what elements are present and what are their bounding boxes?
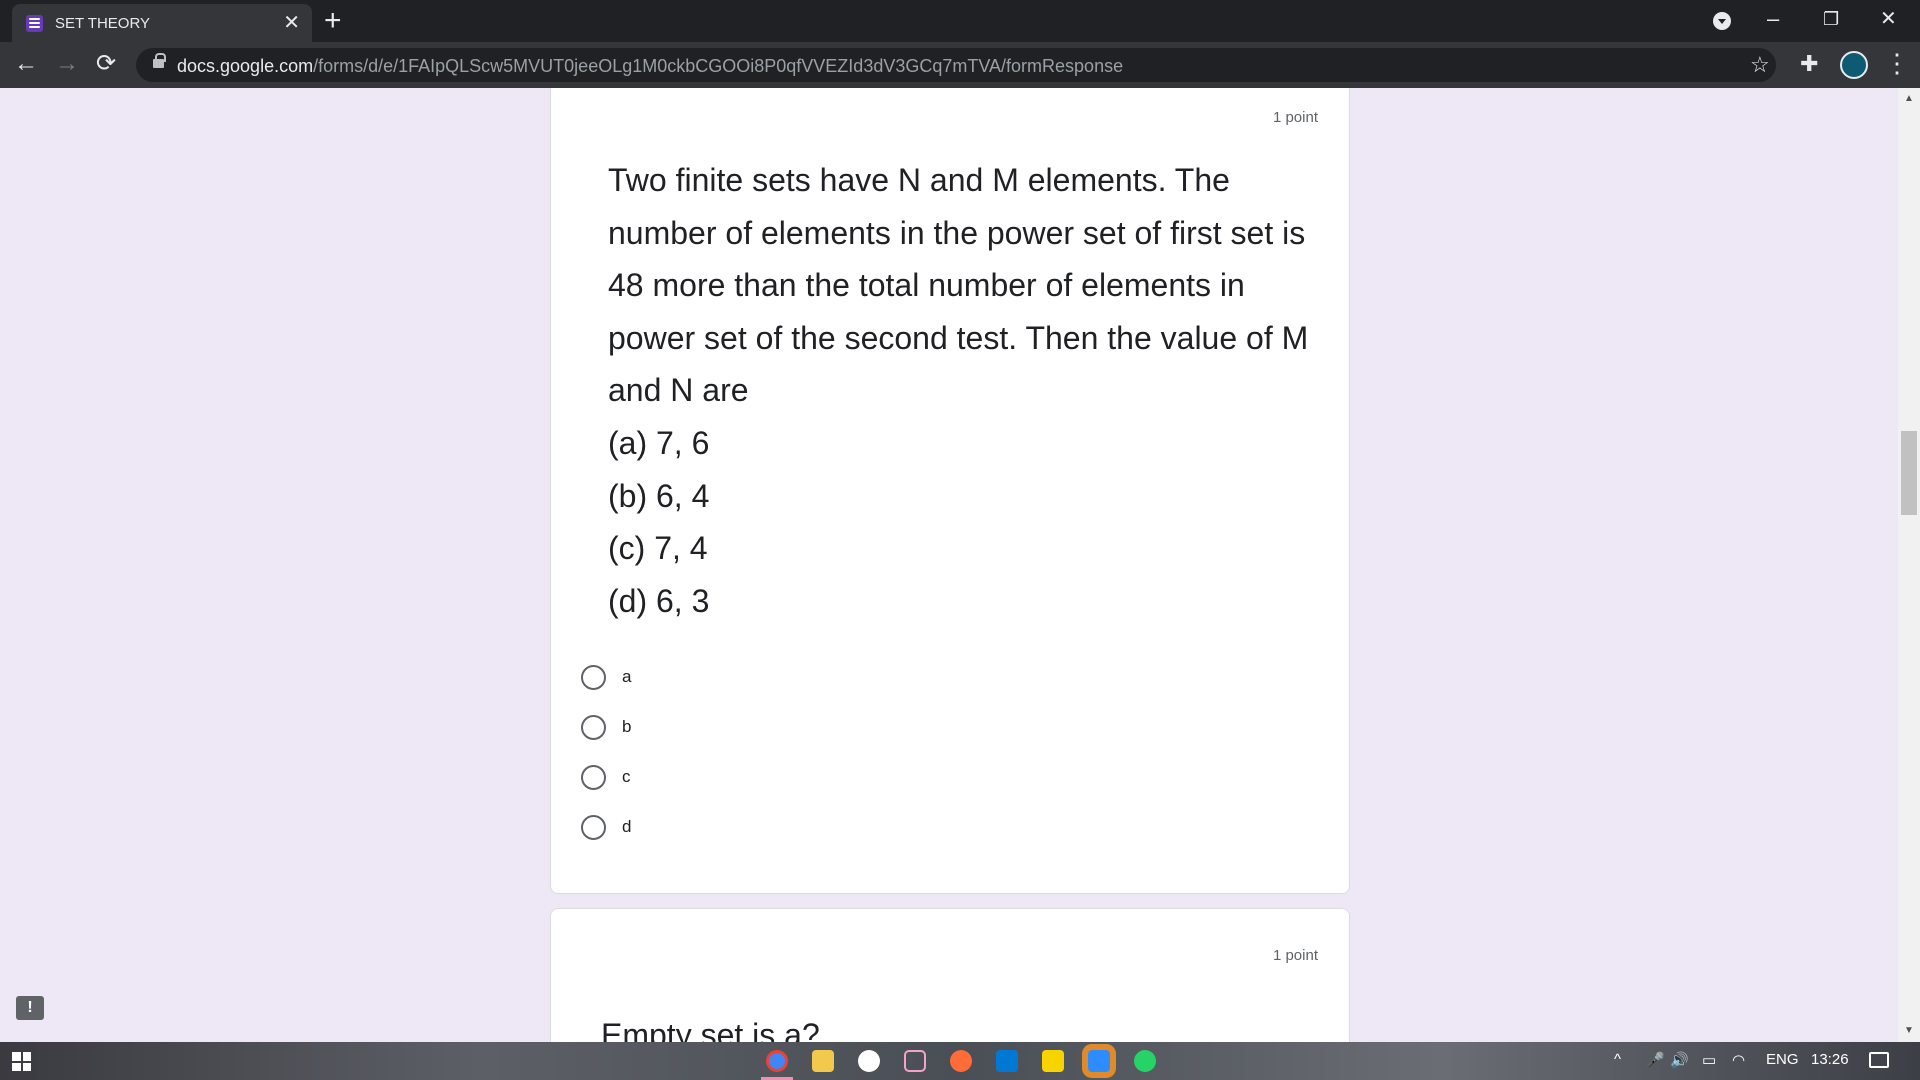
sticky-notes-icon[interactable] [1042,1050,1064,1072]
scrollbar-thumb[interactable] [1901,431,1917,515]
chrome-icon[interactable] [766,1050,788,1072]
question-card-2: 1 point Empty set is a? [550,908,1350,1042]
address-bar[interactable]: docs.google.com/forms/d/e/1FAIpQLScw5MVU… [136,48,1776,82]
windows-start-icon[interactable] [12,1052,31,1071]
choice-d[interactable]: d [581,802,631,852]
choice-a[interactable]: a [581,652,631,702]
app-icon[interactable] [858,1050,880,1072]
tab-set-theory[interactable]: SET THEORY ✕ [12,4,312,42]
minimize-button[interactable]: – [1767,6,1779,32]
option-line-a: (a) 7, 6 [608,425,710,461]
choice-label-a[interactable]: a [622,667,631,687]
radio-button-c[interactable] [581,764,606,790]
radio-button-d[interactable] [581,814,606,840]
vscode-icon[interactable] [996,1050,1018,1072]
points-label-2: 1 point [1272,947,1318,964]
profile-avatar[interactable] [1840,51,1868,79]
windows-taskbar: ^ 🎤 🔊 ▭ ◠ ENG 13:26 [0,1042,1920,1080]
clock[interactable]: 13:26 [1811,1051,1849,1068]
question-card: 1 point Two finite sets have N and M ele… [550,88,1350,894]
choice-b[interactable]: b [581,702,631,752]
choice-label-d[interactable]: d [622,817,631,837]
browser-menu-icon[interactable]: ⋮ [1884,49,1910,77]
question-text: Two finite sets have N and M elements. T… [608,162,1309,408]
browser-toolbar: ← → ⟳ docs.google.com/forms/d/e/1FAIpQLS… [0,42,1920,88]
file-explorer-icon[interactable] [812,1050,834,1072]
reload-button[interactable]: ⟳ [96,50,116,78]
scroll-down-arrow-icon[interactable]: ▼ [1904,1026,1914,1036]
forward-button[interactable]: → [55,50,79,78]
choice-label-c[interactable]: c [622,767,631,787]
new-tab-button[interactable]: + [324,6,342,36]
report-feedback-icon[interactable]: ! [16,996,44,1020]
google-forms-icon [26,14,43,32]
question-text-2: Empty set is a? [601,1017,820,1042]
url-text[interactable]: docs.google.com/forms/d/e/1FAIpQLScw5MVU… [177,56,1123,77]
radio-button-b[interactable] [581,714,606,740]
scroll-up-arrow-icon[interactable]: ▲ [1904,94,1914,104]
language-indicator[interactable]: ENG [1766,1051,1799,1068]
browser-tab-strip: SET THEORY ✕ + – ❐ ✕ [0,0,1920,42]
choice-c[interactable]: c [581,752,631,802]
form-page: 1 point Two finite sets have N and M ele… [0,88,1920,1042]
points-label: 1 point [1272,109,1318,126]
back-button[interactable]: ← [14,50,38,78]
microphone-icon[interactable]: 🎤 [1646,1051,1665,1069]
option-line-b: (b) 6, 4 [608,477,710,514]
option-line-c: (c) 7, 4 [608,530,708,566]
notifications-icon[interactable] [1869,1052,1889,1068]
radio-group: a b c d [581,652,631,852]
tray-chevron-icon[interactable]: ^ [1614,1051,1621,1068]
radio-button-a[interactable] [581,664,606,690]
bookmark-star-icon[interactable]: ☆ [1750,52,1770,78]
tab-title: SET THEORY [55,14,151,32]
volume-icon[interactable]: 🔊 [1670,1051,1689,1069]
zoom-icon[interactable] [1088,1050,1110,1072]
close-window-button[interactable]: ✕ [1880,6,1897,32]
wifi-icon[interactable]: ◠ [1732,1051,1745,1069]
battery-icon[interactable]: ▭ [1702,1051,1716,1069]
lock-icon[interactable] [153,53,166,68]
extensions-puzzle-icon[interactable]: ✚ [1800,51,1818,77]
tab-close-icon[interactable]: ✕ [283,13,300,33]
whatsapp-icon[interactable] [1134,1050,1156,1072]
terminal-icon[interactable] [904,1050,926,1072]
option-line-d: (d) 6, 3 [608,582,710,619]
postman-icon[interactable] [950,1050,972,1072]
choice-label-b[interactable]: b [622,717,631,737]
restore-button[interactable]: ❐ [1823,6,1839,32]
page-scrollbar[interactable]: ▲ ▼ [1898,88,1920,1042]
tab-search-icon[interactable] [1713,12,1731,30]
question-option-lines: (a) 7, 6 (b) 6, 4 (c) 7, 4 (d) 6, 3 [608,417,709,627]
